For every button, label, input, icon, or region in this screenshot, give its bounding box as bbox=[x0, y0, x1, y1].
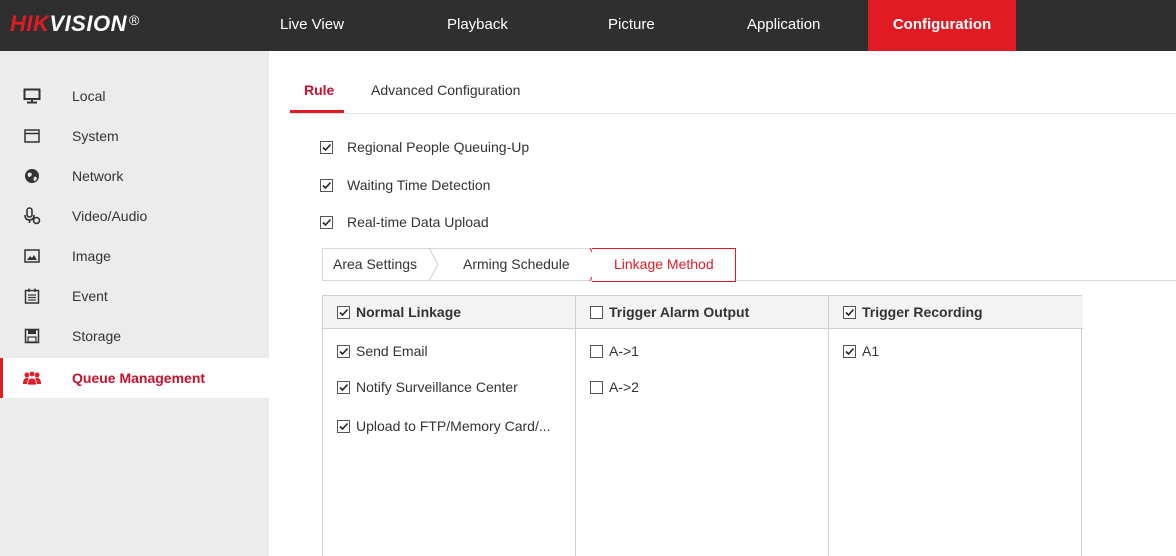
linkage-upload-ftp[interactable]: Upload to FTP/Memory Card/... bbox=[337, 417, 551, 435]
checkbox[interactable] bbox=[843, 344, 856, 358]
linkage-item-label: Notify Surveillance Center bbox=[356, 379, 518, 395]
sidebar-item-label: Video/Audio bbox=[72, 208, 148, 224]
step-arming-schedule[interactable]: Arming Schedule bbox=[463, 248, 570, 281]
checkbox[interactable] bbox=[337, 344, 350, 358]
alarm-output-item-label: A->2 bbox=[609, 379, 639, 395]
sidebar: Local System Network Video/Audio Image E… bbox=[0, 51, 269, 556]
sidebar-item-queue-management[interactable]: Queue Management bbox=[0, 358, 269, 398]
checkbox[interactable] bbox=[337, 380, 350, 394]
checkbox[interactable] bbox=[590, 344, 603, 358]
sidebar-item-label: Network bbox=[72, 168, 124, 184]
hikvision-logo: HIK VISION ® bbox=[10, 11, 140, 41]
sidebar-item-local[interactable]: Local bbox=[0, 76, 269, 116]
recording-checkbox[interactable] bbox=[843, 305, 856, 319]
image-icon bbox=[22, 246, 42, 266]
normal-linkage-checkbox[interactable] bbox=[337, 305, 350, 319]
checkbox[interactable] bbox=[320, 140, 333, 154]
alarm-output-checkbox[interactable] bbox=[590, 305, 603, 319]
step-tabs: Area Settings Arming Schedule bbox=[322, 248, 1176, 281]
sidebar-item-label: Image bbox=[72, 248, 111, 264]
alarm-output-column: Trigger Alarm Output A->1 A->2 bbox=[576, 296, 829, 556]
nav-application[interactable]: Application bbox=[747, 0, 820, 51]
recording-item-label: A1 bbox=[862, 343, 880, 359]
option-waiting-time-detection[interactable]: Waiting Time Detection bbox=[320, 175, 490, 195]
option-real-time-data-upload[interactable]: Real-time Data Upload bbox=[320, 212, 489, 232]
sidebar-item-video-audio[interactable]: Video/Audio bbox=[0, 196, 269, 236]
step-border bbox=[322, 248, 323, 281]
linkage-table: Normal Linkage Send Email Notify Surveil… bbox=[322, 295, 1083, 556]
step-area-settings[interactable]: Area Settings bbox=[333, 248, 417, 281]
floppy-icon bbox=[22, 326, 42, 346]
linkage-item-label: Upload to FTP/Memory Card/... bbox=[356, 418, 551, 434]
checkbox[interactable] bbox=[320, 178, 333, 192]
active-tab-underline bbox=[290, 110, 344, 113]
sidebar-item-label: System bbox=[72, 128, 119, 144]
alarm-output-header: Trigger Alarm Output bbox=[576, 296, 828, 329]
linkage-item-label: Send Email bbox=[356, 343, 428, 359]
logo-brand-white: VISION bbox=[49, 11, 127, 36]
checkbox[interactable] bbox=[337, 419, 350, 433]
logo-brand-red: HIK bbox=[10, 11, 50, 36]
calendar-icon bbox=[22, 286, 42, 306]
alarm-output-a2[interactable]: A->2 bbox=[590, 378, 639, 396]
sidebar-item-label: Event bbox=[72, 288, 108, 304]
sidebar-item-label: Queue Management bbox=[72, 370, 206, 386]
people-icon bbox=[22, 368, 42, 388]
nav-live-view[interactable]: Live View bbox=[280, 0, 344, 51]
config-subtabs: Rule Advanced Configuration bbox=[290, 76, 1176, 114]
microphone-icon bbox=[22, 206, 42, 226]
linkage-notify-surveillance-center[interactable]: Notify Surveillance Center bbox=[337, 378, 518, 396]
tab-rule[interactable]: Rule bbox=[304, 82, 334, 98]
nav-playback[interactable]: Playback bbox=[447, 0, 508, 51]
normal-linkage-header: Normal Linkage bbox=[323, 296, 575, 329]
option-regional-people-queuing-up[interactable]: Regional People Queuing-Up bbox=[320, 137, 529, 157]
alarm-output-a1[interactable]: A->1 bbox=[590, 342, 639, 360]
sidebar-item-label: Local bbox=[72, 88, 106, 104]
top-navigation-bar: HIK VISION ® Live View Playback Picture Ap… bbox=[0, 0, 1176, 51]
recording-column: Trigger Recording A1 bbox=[829, 296, 1083, 556]
normal-linkage-column: Normal Linkage Send Email Notify Surveil… bbox=[323, 296, 576, 556]
recording-a1[interactable]: A1 bbox=[843, 342, 879, 360]
checkbox[interactable] bbox=[320, 215, 333, 229]
sidebar-item-event[interactable]: Event bbox=[0, 276, 269, 316]
nav-configuration[interactable]: Configuration bbox=[868, 0, 1016, 51]
globe-icon bbox=[22, 166, 42, 186]
alarm-output-item-label: A->1 bbox=[609, 343, 639, 359]
recording-label: Trigger Recording bbox=[862, 304, 983, 320]
tab-advanced-configuration[interactable]: Advanced Configuration bbox=[371, 82, 520, 98]
option-label: Regional People Queuing-Up bbox=[347, 139, 530, 155]
sidebar-item-network[interactable]: Network bbox=[0, 156, 269, 196]
logo-registered-mark: ® bbox=[128, 12, 140, 28]
option-label: Real-time Data Upload bbox=[347, 214, 489, 230]
sidebar-item-label: Storage bbox=[72, 328, 122, 344]
normal-linkage-label: Normal Linkage bbox=[356, 304, 462, 320]
sidebar-item-storage[interactable]: Storage bbox=[0, 316, 269, 356]
step-separator-arrow bbox=[428, 248, 439, 281]
option-label: Waiting Time Detection bbox=[347, 177, 491, 193]
recording-header: Trigger Recording bbox=[829, 296, 1083, 329]
checkbox[interactable] bbox=[590, 380, 603, 394]
sidebar-item-image[interactable]: Image bbox=[0, 236, 269, 276]
linkage-send-email[interactable]: Send Email bbox=[337, 342, 428, 360]
monitor-icon bbox=[22, 86, 42, 106]
sidebar-item-system[interactable]: System bbox=[0, 116, 269, 156]
window-icon bbox=[22, 126, 42, 146]
step-linkage-method[interactable]: Linkage Method bbox=[614, 248, 714, 281]
alarm-output-label: Trigger Alarm Output bbox=[609, 304, 750, 320]
nav-picture[interactable]: Picture bbox=[608, 0, 655, 51]
